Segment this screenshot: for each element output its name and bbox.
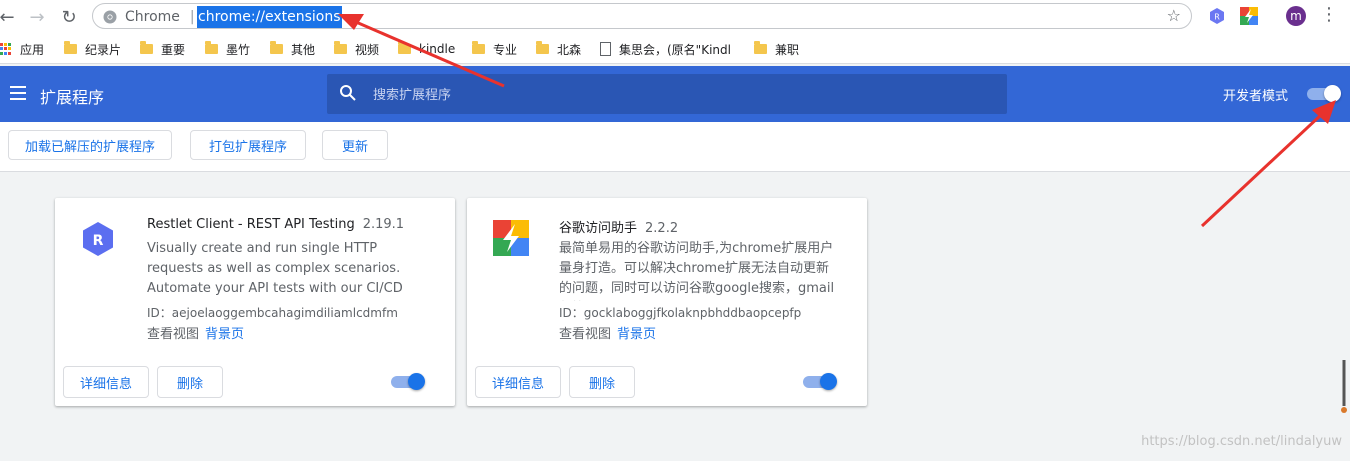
inspect-views: 查看视图 背景页	[147, 323, 244, 342]
bookmark-folder[interactable]: kindle	[398, 40, 455, 58]
bookmark-label: 专业	[493, 42, 518, 57]
bookmark-folder[interactable]: 兼职	[754, 40, 799, 58]
bookmark-label: 应用	[20, 42, 45, 57]
bookmark-folder[interactable]: 北森	[536, 40, 581, 58]
background-page-link[interactable]: 背景页	[617, 327, 656, 342]
folder-icon	[398, 41, 411, 54]
more-menu-icon[interactable]: ⋮	[1320, 4, 1338, 25]
bookmark-label: 北森	[557, 42, 582, 57]
watermark: https://blog.csdn.net/lindalyuw	[1141, 434, 1342, 449]
browser-toolbar: ← → ↻ Chrome | chrome://extensions ☆ R m…	[0, 0, 1350, 34]
toggle-knob	[408, 373, 425, 390]
bookmark-label: 兼职	[775, 42, 800, 57]
bookmark-page[interactable]: 集思会，(原名"Kindl	[600, 40, 731, 58]
omnibox[interactable]: Chrome | chrome://extensions ☆	[92, 3, 1192, 29]
bookmark-folder[interactable]: 专业	[472, 40, 517, 58]
load-unpacked-button[interactable]: 加载已解压的扩展程序	[8, 130, 172, 160]
bookmark-label: 集思会，(原名"Kindl	[619, 42, 731, 57]
extensions-header: 扩展程序 开发者模式	[0, 66, 1350, 122]
folder-icon	[140, 41, 153, 54]
menu-icon[interactable]	[10, 86, 26, 100]
bookmark-folder[interactable]: 视频	[334, 40, 379, 58]
bookmark-star-icon[interactable]: ☆	[1167, 6, 1181, 25]
restlet-logo-icon: R	[83, 222, 113, 256]
apps-grid-icon	[0, 43, 12, 55]
enable-toggle[interactable]	[391, 373, 425, 390]
inspect-views-label: 查看视图	[559, 327, 612, 342]
bookmark-apps[interactable]: 应用	[0, 40, 44, 58]
extension-id: ID：aejoelaoggembcahagimdiliamlcdmfm	[147, 306, 398, 320]
svg-text:R: R	[93, 233, 104, 249]
extension-version: 2.19.1	[362, 217, 405, 232]
extension-name-text: Restlet Client - REST API Testing	[147, 217, 355, 232]
search-input[interactable]	[371, 74, 975, 116]
profile-avatar[interactable]: m	[1286, 6, 1306, 26]
action-bar: 加载已解压的扩展程序 打包扩展程序 更新	[0, 122, 1350, 172]
extension-name-text: 谷歌访问助手	[559, 221, 638, 236]
google-helper-logo-icon	[493, 220, 529, 256]
bookmark-label: kindle	[419, 42, 456, 56]
back-icon[interactable]: ←	[0, 4, 20, 30]
toggle-knob	[1324, 85, 1341, 102]
bookmark-folder[interactable]: 重要	[140, 40, 185, 58]
extension-name: 谷歌访问助手 2.2.2	[559, 217, 678, 236]
chrome-icon	[103, 10, 117, 24]
extension-name: Restlet Client - REST API Testing 2.19.1	[147, 217, 404, 232]
enable-toggle[interactable]	[803, 373, 837, 390]
update-button[interactable]: 更新	[322, 130, 388, 160]
bookmark-label: 重要	[161, 42, 186, 57]
search-icon	[340, 85, 356, 101]
extension-description: 最简单易用的谷歌访问助手,为chrome扩展用户量身打造。可以解决chrome扩…	[559, 241, 835, 296]
svg-text:R: R	[1214, 13, 1220, 22]
reload-icon[interactable]: ↻	[56, 4, 82, 30]
background-page-link[interactable]: 背景页	[205, 327, 244, 342]
omnibox-divider: |	[189, 9, 195, 25]
folder-icon	[64, 41, 77, 54]
remove-button[interactable]: 删除	[157, 366, 223, 398]
details-button[interactable]: 详细信息	[63, 366, 149, 398]
restlet-extension-icon[interactable]: R	[1208, 7, 1226, 25]
folder-icon	[334, 41, 347, 54]
folder-icon	[536, 41, 549, 54]
site-chip-label: Chrome	[125, 9, 180, 25]
inspect-views-label: 查看视图	[147, 327, 200, 342]
extension-version: 2.2.2	[645, 221, 679, 236]
toggle-knob	[820, 373, 837, 390]
forward-icon[interactable]: →	[24, 4, 50, 30]
folder-icon	[270, 41, 283, 54]
page-title: 扩展程序	[40, 88, 105, 107]
remove-button[interactable]: 删除	[569, 366, 635, 398]
extension-description: Visually create and run single HTTP requ…	[147, 241, 403, 296]
scroll-indicator-icon[interactable]	[1341, 360, 1347, 416]
bookmark-folder[interactable]: 纪录片	[64, 40, 121, 58]
folder-icon	[754, 41, 767, 54]
developer-mode-label: 开发者模式	[1223, 89, 1289, 104]
folder-icon	[205, 41, 218, 54]
bookmark-label: 视频	[355, 42, 380, 57]
details-button[interactable]: 详细信息	[475, 366, 561, 398]
extension-card: 谷歌访问助手 2.2.2 最简单易用的谷歌访问助手,为chrome扩展用户量身打造…	[467, 198, 867, 406]
page-icon	[600, 42, 611, 56]
bookmark-label: 墨竹	[226, 42, 251, 57]
developer-mode-toggle[interactable]	[1307, 85, 1341, 102]
extension-id: ID：gocklaboggjfkolaknpbhddbaopcepfp	[559, 306, 802, 320]
site-chip[interactable]: Chrome |	[103, 7, 195, 27]
search-box[interactable]	[327, 74, 1007, 116]
folder-icon	[472, 41, 485, 54]
google-helper-extension-icon[interactable]	[1240, 7, 1258, 25]
bookmark-folder[interactable]: 其他	[270, 40, 315, 58]
inspect-views: 查看视图 背景页	[559, 323, 656, 342]
bookmark-label: 纪录片	[85, 42, 122, 57]
url-text[interactable]: chrome://extensions	[197, 6, 342, 28]
bookmark-label: 其他	[291, 42, 316, 57]
bookmarks-bar: 应用 纪录片 重要 墨竹 其他 视频 kindle 专业 北森 集思会，(原名"…	[0, 34, 1350, 64]
bookmark-folder[interactable]: 墨竹	[205, 40, 250, 58]
pack-extension-button[interactable]: 打包扩展程序	[190, 130, 306, 160]
extension-card: R Restlet Client - REST API Testing 2.19.…	[55, 198, 455, 406]
